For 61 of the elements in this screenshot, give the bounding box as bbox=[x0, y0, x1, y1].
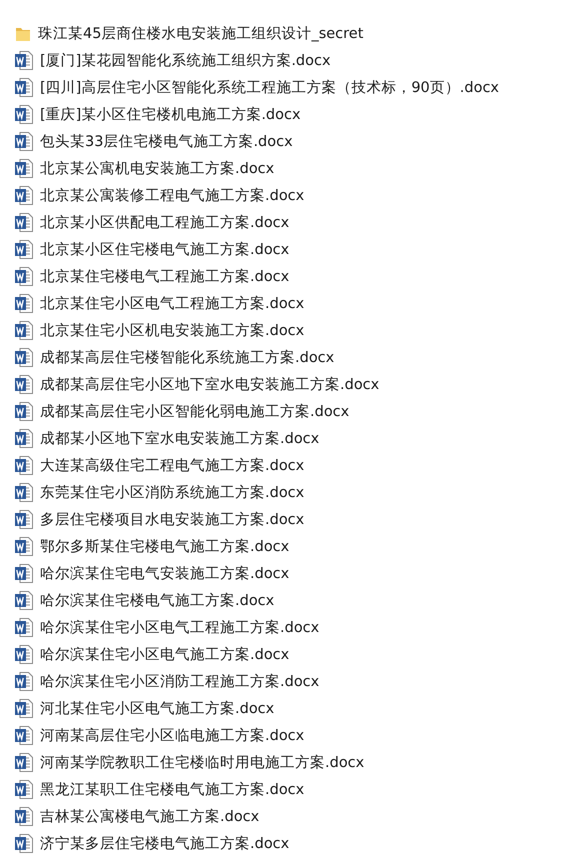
file-name[interactable]: 成都某高层住宅小区智能化弱电施工方案.docx bbox=[40, 402, 350, 421]
file-name[interactable]: 哈尔滨某住宅小区电气施工方案.docx bbox=[40, 645, 290, 664]
word-document-icon bbox=[15, 186, 33, 205]
file-name[interactable]: 河南某学院教职工住宅楼临时用电施工方案.docx bbox=[40, 753, 364, 772]
word-document-icon bbox=[15, 699, 33, 718]
word-document-icon bbox=[15, 510, 33, 529]
file-name[interactable]: 北京某公寓装修工程电气施工方案.docx bbox=[40, 186, 304, 205]
word-document-icon bbox=[15, 618, 33, 637]
file-name[interactable]: 大连某高级住宅工程电气施工方案.docx bbox=[40, 456, 304, 475]
file-name[interactable]: [四川]高层住宅小区智能化系统工程施工方案（技术标，90页）.docx bbox=[40, 78, 500, 97]
word-document-icon bbox=[15, 213, 33, 232]
word-document-icon bbox=[15, 834, 33, 853]
word-document-icon bbox=[15, 645, 33, 664]
word-document-icon bbox=[15, 51, 33, 70]
word-document-icon bbox=[15, 483, 33, 502]
word-document-icon bbox=[15, 672, 33, 691]
word-document-icon bbox=[15, 132, 33, 151]
word-document-icon bbox=[15, 807, 33, 826]
word-document-icon bbox=[15, 267, 33, 286]
file-name[interactable]: [重庆]某小区住宅楼机电施工方案.docx bbox=[40, 105, 301, 124]
word-document-icon bbox=[15, 591, 33, 610]
word-document-icon bbox=[15, 753, 33, 772]
word-document-icon bbox=[15, 105, 33, 124]
word-document-icon bbox=[15, 78, 33, 97]
file-name[interactable]: 哈尔滨某住宅小区电气工程施工方案.docx bbox=[40, 618, 320, 637]
word-document-icon bbox=[15, 456, 33, 475]
word-document-icon bbox=[15, 429, 33, 448]
file-name[interactable]: 北京某住宅楼电气工程施工方案.docx bbox=[40, 267, 290, 286]
file-name[interactable]: 北京某住宅小区机电安装施工方案.docx bbox=[40, 321, 304, 340]
file-name[interactable]: 河南某高层住宅小区临电施工方案.docx bbox=[40, 726, 304, 745]
word-document-icon bbox=[15, 321, 33, 340]
word-document-icon bbox=[15, 402, 33, 421]
word-document-icon bbox=[15, 780, 33, 799]
file-name[interactable]: 成都某高层住宅小区地下室水电安装施工方案.docx bbox=[40, 375, 380, 394]
file-name[interactable]: 北京某公寓机电安装施工方案.docx bbox=[40, 159, 274, 178]
word-document-icon bbox=[15, 537, 33, 556]
file-name[interactable]: 北京某住宅小区电气工程施工方案.docx bbox=[40, 294, 304, 313]
word-document-icon bbox=[15, 348, 33, 367]
file-name[interactable]: 吉林某公寓楼电气施工方案.docx bbox=[40, 807, 260, 826]
word-document-icon bbox=[15, 294, 33, 313]
word-document-icon bbox=[15, 375, 33, 394]
file-name[interactable]: 鄂尔多斯某住宅楼电气施工方案.docx bbox=[40, 537, 290, 556]
file-name[interactable]: 济宁某多层住宅楼电气施工方案.docx bbox=[40, 834, 290, 853]
file-name[interactable]: 黑龙江某职工住宅楼电气施工方案.docx bbox=[40, 780, 304, 799]
file-name[interactable]: 成都某高层住宅楼智能化系统施工方案.docx bbox=[40, 348, 334, 367]
file-name[interactable]: 哈尔滨某住宅电气安装施工方案.docx bbox=[40, 564, 290, 583]
file-name[interactable]: 北京某小区住宅楼电气施工方案.docx bbox=[40, 240, 290, 259]
file-name[interactable]: 东莞某住宅小区消防系统施工方案.docx bbox=[40, 483, 304, 502]
file-name[interactable]: 多层住宅楼项目水电安装施工方案.docx bbox=[40, 510, 304, 529]
word-document-icon bbox=[15, 159, 33, 178]
word-document-icon bbox=[15, 564, 33, 583]
word-document-icon bbox=[15, 240, 33, 259]
file-name[interactable]: 哈尔滨某住宅楼电气施工方案.docx bbox=[40, 591, 274, 610]
file-name[interactable]: 哈尔滨某住宅小区消防工程施工方案.docx bbox=[40, 672, 320, 691]
file-name[interactable]: 包头某33层住宅楼电气施工方案.docx bbox=[40, 132, 293, 151]
file-name[interactable]: [厦门]某花园智能化系统施工组织方案.docx bbox=[40, 51, 331, 70]
file-name[interactable]: 河北某住宅小区电气施工方案.docx bbox=[40, 699, 274, 718]
file-name[interactable]: 珠江某45层商住楼水电安装施工组织设计_secret bbox=[38, 24, 364, 43]
file-name[interactable]: 成都某小区地下室水电安装施工方案.docx bbox=[40, 429, 320, 448]
word-document-icon bbox=[15, 726, 33, 745]
file-name[interactable]: 北京某小区供配电工程施工方案.docx bbox=[40, 213, 290, 232]
